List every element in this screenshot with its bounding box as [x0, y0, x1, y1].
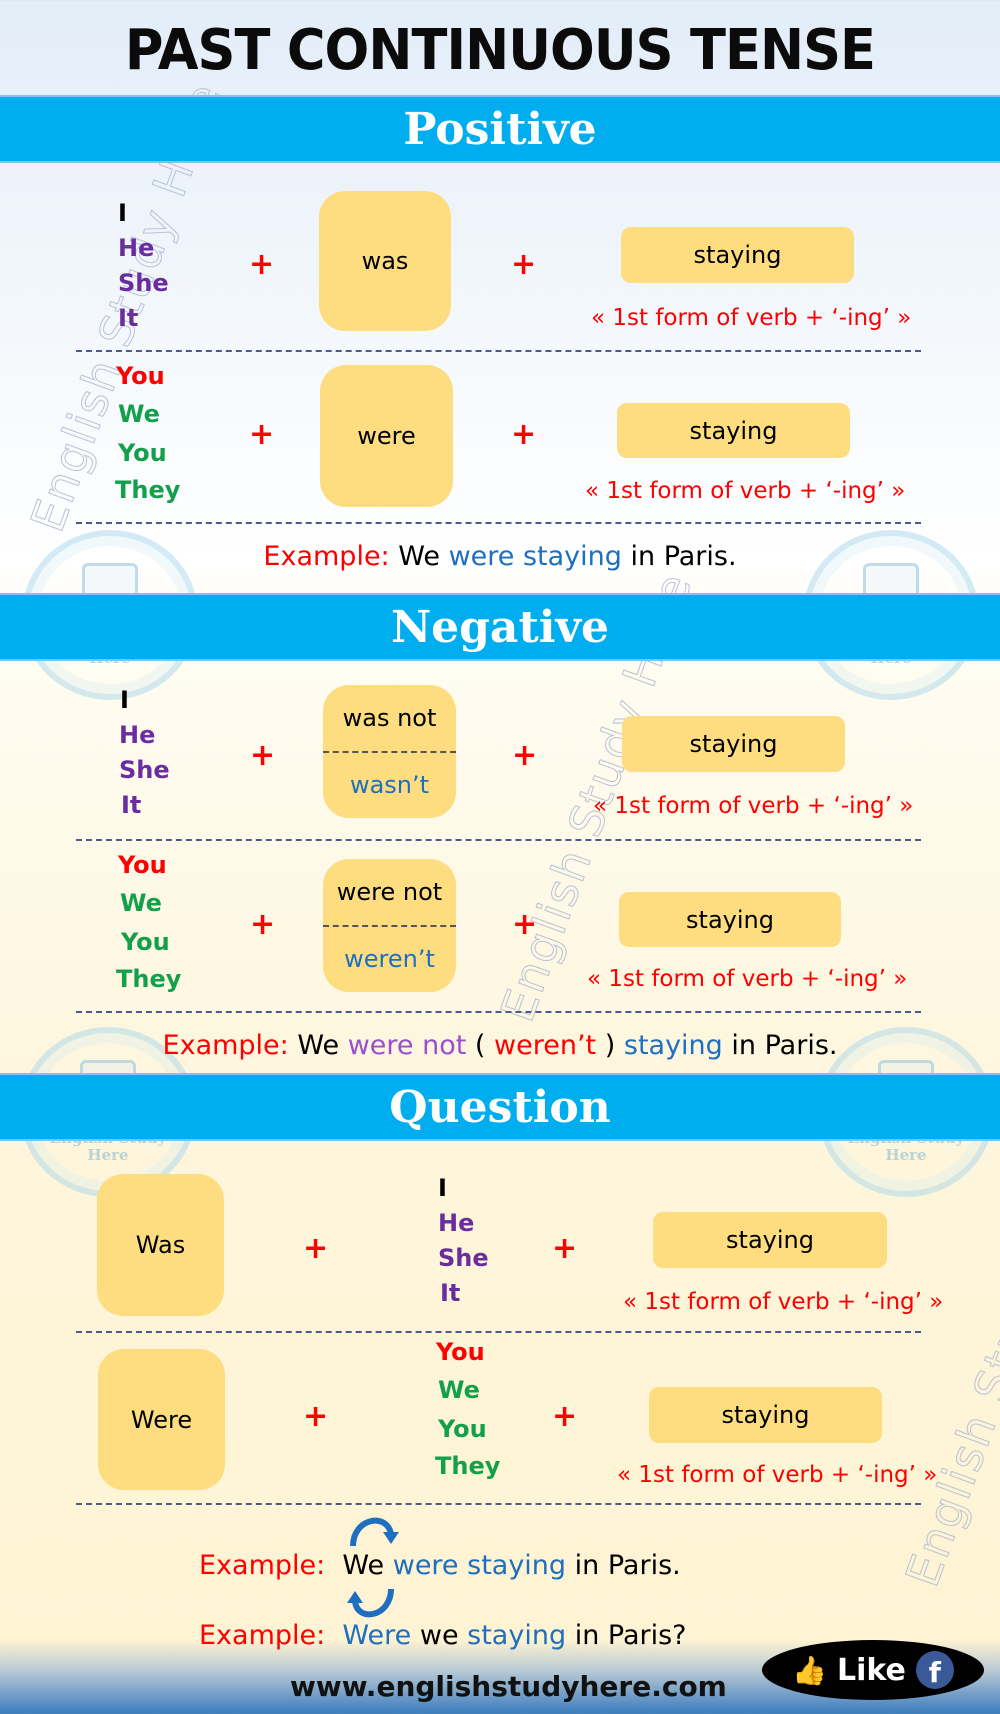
facebook-like-button[interactable]: 👍 Like f [762, 1640, 984, 1700]
plus-sign: + [512, 738, 538, 773]
verb-box: staying [653, 1212, 887, 1268]
verb-rule: « 1st form of verb + ‘-ing’ » [617, 1462, 938, 1488]
plus-sign: + [512, 907, 538, 942]
verb-rule: « 1st form of verb + ‘-ing’ » [585, 478, 906, 504]
page-title: PAST CONTINUOUS TENSE [124, 18, 876, 83]
aux-short: wasn’t [349, 771, 430, 800]
verb-box: staying [622, 716, 845, 772]
section-heading: Positive [403, 103, 597, 155]
pronoun: We [120, 889, 162, 917]
section-band-positive: Positive [0, 95, 1000, 163]
section-band-negative: Negative [0, 593, 1000, 661]
example-sentence: Example: We were staying in Paris. [199, 1550, 681, 1581]
verb-rule: « 1st form of verb + ‘-ing’ » [587, 966, 908, 992]
example-sentence: Example: We were not ( weren’t ) staying… [162, 1030, 838, 1061]
example-question: Example: Were we staying in Paris? [199, 1620, 687, 1651]
pronoun: He [438, 1209, 475, 1237]
pronoun: I [120, 686, 129, 714]
plus-sign: + [303, 1231, 329, 1266]
divider [76, 522, 921, 524]
pronoun: She [438, 1244, 489, 1272]
pronoun: You [116, 362, 165, 390]
pronoun: You [438, 1415, 487, 1443]
swap-arrow-up-icon [347, 1588, 394, 1618]
plus-sign: + [511, 417, 537, 452]
pronoun: You [118, 439, 167, 467]
divider [76, 1331, 921, 1333]
plus-sign: + [250, 907, 276, 942]
pronoun: It [440, 1279, 461, 1307]
aux-full: was not [323, 685, 456, 753]
plus-sign: + [250, 738, 276, 773]
plus-sign: + [303, 1399, 329, 1434]
aux-box-was: Was [97, 1174, 224, 1316]
verb-box: staying [621, 227, 854, 283]
verb-rule: « 1st form of verb + ‘-ing’ » [623, 1289, 944, 1315]
pronoun: She [119, 756, 170, 784]
example-sentence: Example: We were staying in Paris. [263, 541, 737, 572]
thumbs-up-icon: 👍 [792, 1653, 827, 1687]
aux-box-was: was [319, 191, 451, 331]
plus-sign: + [249, 417, 275, 452]
plus-sign: + [552, 1231, 578, 1266]
pronoun: You [436, 1338, 485, 1366]
aux-box-were: were [320, 365, 453, 507]
divider [76, 350, 921, 352]
aux-full: were not [323, 859, 456, 927]
pronoun: They [435, 1452, 501, 1480]
pronoun: They [116, 965, 182, 993]
plus-sign: + [552, 1399, 578, 1434]
section-heading: Negative [390, 601, 610, 653]
pronoun: You [121, 928, 170, 956]
section-heading: Question [389, 1081, 611, 1133]
pronoun: We [438, 1376, 480, 1404]
pronoun: He [119, 721, 156, 749]
verb-box: staying [619, 892, 841, 947]
watermark-text: English Study Here [894, 1130, 1000, 1594]
verb-rule: « 1st form of verb + ‘-ing’ » [591, 305, 912, 331]
website-link[interactable]: www.englishstudyhere.com [290, 1670, 727, 1703]
verb-box: staying [649, 1387, 882, 1443]
pronoun: I [118, 199, 127, 227]
aux-box-were: Were [98, 1349, 225, 1490]
aux-short: weren’t [344, 945, 435, 974]
pronoun: I [438, 1174, 447, 1202]
facebook-icon: f [915, 1651, 954, 1689]
pronoun: He [118, 234, 155, 262]
verb-rule: « 1st form of verb + ‘-ing’ » [593, 793, 914, 819]
section-band-question: Question [0, 1073, 1000, 1141]
divider [76, 1503, 921, 1505]
aux-box-were-not: were not weren’t [323, 859, 456, 992]
pronoun: It [118, 304, 139, 332]
pronoun: They [115, 476, 181, 504]
like-label: Like [836, 1652, 906, 1688]
aux-box-was-not: was not wasn’t [323, 685, 456, 818]
divider [76, 839, 921, 841]
plus-sign: + [249, 247, 275, 282]
pronoun: She [118, 269, 169, 297]
verb-box: staying [617, 403, 850, 458]
swap-arrow-down-icon [350, 1517, 399, 1547]
pronoun: We [118, 400, 160, 428]
divider [76, 1011, 921, 1013]
pronoun: It [121, 791, 142, 819]
pronoun: You [118, 851, 167, 879]
plus-sign: + [511, 247, 537, 282]
